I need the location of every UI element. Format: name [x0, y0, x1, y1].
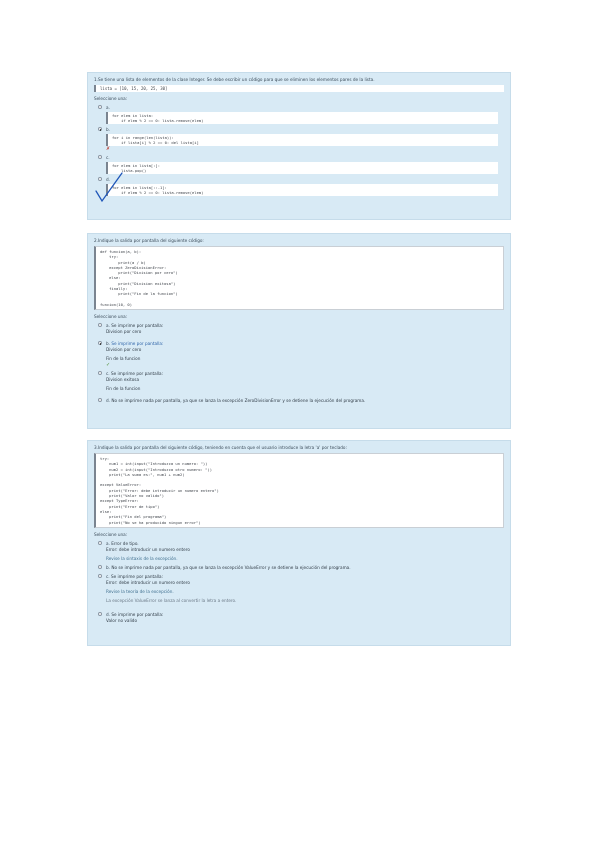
- option-letter: a.: [106, 323, 110, 329]
- feedback-detail: La excepción ValueError se lanza al conv…: [106, 597, 237, 603]
- question-title: 1.Se tiene una lista de elementos de la …: [94, 77, 375, 82]
- option-letter: c.: [106, 155, 110, 161]
- question-title: 2.Indique la salida por pantalla del sig…: [94, 238, 204, 243]
- radio-button[interactable]: [98, 611, 102, 616]
- option-d[interactable]: d. Se imprime por pantalla: Valor no val…: [94, 611, 504, 624]
- option-a[interactable]: a. Error de tipo. Error: debe introducir…: [94, 540, 504, 553]
- select-label: Seleccione una:: [94, 314, 128, 320]
- option-c[interactable]: c. Se imprime por pantalla: Division exi…: [94, 371, 504, 392]
- option-text: No se imprime nada por pantalla, ya que …: [111, 398, 366, 404]
- option-text: No se imprime nada por pantalla, ya que …: [111, 564, 351, 570]
- handwritten-check-icon: [95, 172, 123, 203]
- option-detail-2: Fin de la funcion: [106, 386, 141, 392]
- option-text: Se imprime por pantalla:: [111, 611, 164, 617]
- radio-button[interactable]: [98, 371, 102, 376]
- question-title: 3.Indique la salida por pantalla del sig…: [94, 445, 347, 450]
- option-text: Se imprime por pantalla:: [110, 573, 163, 579]
- option-code: for elem in lista[:]: lista.pop(): [106, 162, 498, 175]
- radio-button[interactable]: [98, 155, 102, 160]
- radio-button[interactable]: [98, 323, 102, 328]
- radio-button-selected[interactable]: [98, 341, 102, 346]
- option-letter: a.: [106, 540, 110, 546]
- code-block: try: num1 = int(input("Introduzca un num…: [94, 453, 504, 528]
- option-text: Se imprime por pantalla:: [110, 371, 163, 377]
- option-text: Error de tipo.: [111, 540, 139, 546]
- feedback-text: Revise la sintaxis de la excepción.: [106, 555, 178, 561]
- option-code: for elem in lista[::-1]: if elem % 2 == …: [106, 184, 498, 197]
- option-b[interactable]: b. for i in range(len(lista)): if lista[…: [94, 127, 504, 152]
- option-d[interactable]: d. No se imprime nada por pantalla, ya q…: [94, 398, 504, 404]
- option-a[interactable]: a. Se imprime por pantalla: Division por…: [94, 323, 504, 335]
- question-card-2: 2.Indique la salida por pantalla del sig…: [87, 233, 511, 429]
- radio-button[interactable]: [98, 540, 102, 545]
- check-icon: ✓: [106, 362, 111, 369]
- option-detail: Error: debe introducir un numero entero: [106, 546, 190, 552]
- option-detail: Valor no valido: [106, 617, 138, 623]
- select-label: Seleccione una:: [94, 96, 128, 102]
- option-letter: d.: [106, 398, 110, 404]
- option-detail: Division exitosa: [106, 377, 140, 383]
- radio-button-selected[interactable]: [98, 127, 102, 132]
- option-letter: b.: [106, 127, 110, 133]
- feedback-text: Revise la teoría de la excepción.: [106, 588, 174, 594]
- option-code: for elem in lista: if elem % 2 == 0: lis…: [106, 112, 498, 125]
- option-letter: d.: [106, 611, 110, 617]
- option-d[interactable]: d. for elem in lista[::-1]: if elem % 2 …: [94, 177, 504, 197]
- option-c[interactable]: c. Se imprime por pantalla: Error: debe …: [94, 573, 504, 586]
- option-letter: b.: [106, 341, 110, 347]
- option-c[interactable]: c. for elem in lista[:]: lista.pop(): [94, 155, 504, 175]
- option-a[interactable]: a. for elem in lista: if elem % 2 == 0: …: [94, 105, 504, 125]
- question-card-3: 3.Indique la salida por pantalla del sig…: [87, 440, 511, 646]
- select-label: Seleccione una:: [94, 531, 128, 537]
- option-detail: Division por cero: [106, 329, 142, 335]
- wrong-mark-icon: ✗: [106, 146, 111, 153]
- option-detail: Error: debe introducir un numero entero: [106, 579, 190, 585]
- radio-button[interactable]: [98, 105, 102, 110]
- option-letter: c.: [106, 573, 110, 579]
- radio-button[interactable]: [98, 573, 102, 578]
- given-code: lista = [10, 15, 20, 25, 30]: [94, 85, 504, 93]
- option-letter: a.: [106, 105, 110, 111]
- option-text: Se imprime por pantalla:: [111, 323, 164, 329]
- code-block: def funcion(a, b): try: print(a / b) exc…: [94, 246, 504, 311]
- option-text: Se imprime por pantalla:: [111, 341, 164, 347]
- option-code: for i in range(len(lista)): if lista[i] …: [106, 134, 498, 147]
- option-b[interactable]: b. No se imprime nada por pantalla, ya q…: [94, 564, 504, 571]
- radio-button[interactable]: [98, 398, 102, 403]
- option-letter: b.: [106, 564, 110, 570]
- option-b[interactable]: b. Se imprime por pantalla: Division por…: [94, 341, 504, 368]
- option-letter: c.: [106, 371, 110, 377]
- radio-button[interactable]: [98, 564, 102, 569]
- option-detail: Division por cero: [106, 347, 142, 353]
- question-card-1: 1.Se tiene una lista de elementos de la …: [87, 72, 511, 220]
